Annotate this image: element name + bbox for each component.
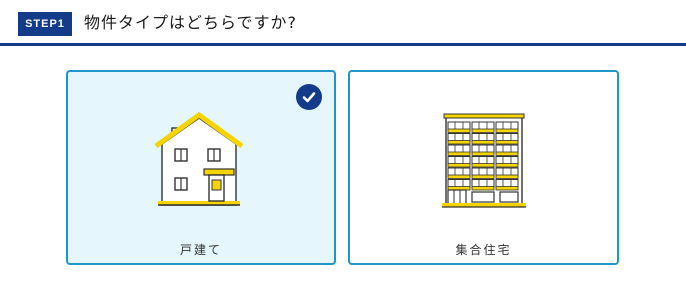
step-header: STEP1 物件タイプはどちらですか? (0, 0, 686, 46)
option-label: 集合住宅 (455, 243, 512, 257)
option-detached-house[interactable]: 戸建て (66, 70, 336, 265)
house-icon (152, 110, 250, 212)
selected-check-icon (296, 84, 322, 110)
header-divider (0, 43, 686, 46)
question-title: 物件タイプはどちらですか? (84, 13, 298, 32)
step-badge: STEP1 (18, 12, 72, 36)
apartment-building-icon (441, 110, 526, 212)
option-apartment[interactable]: 集合住宅 (348, 70, 619, 265)
option-label: 戸建て (179, 243, 222, 257)
